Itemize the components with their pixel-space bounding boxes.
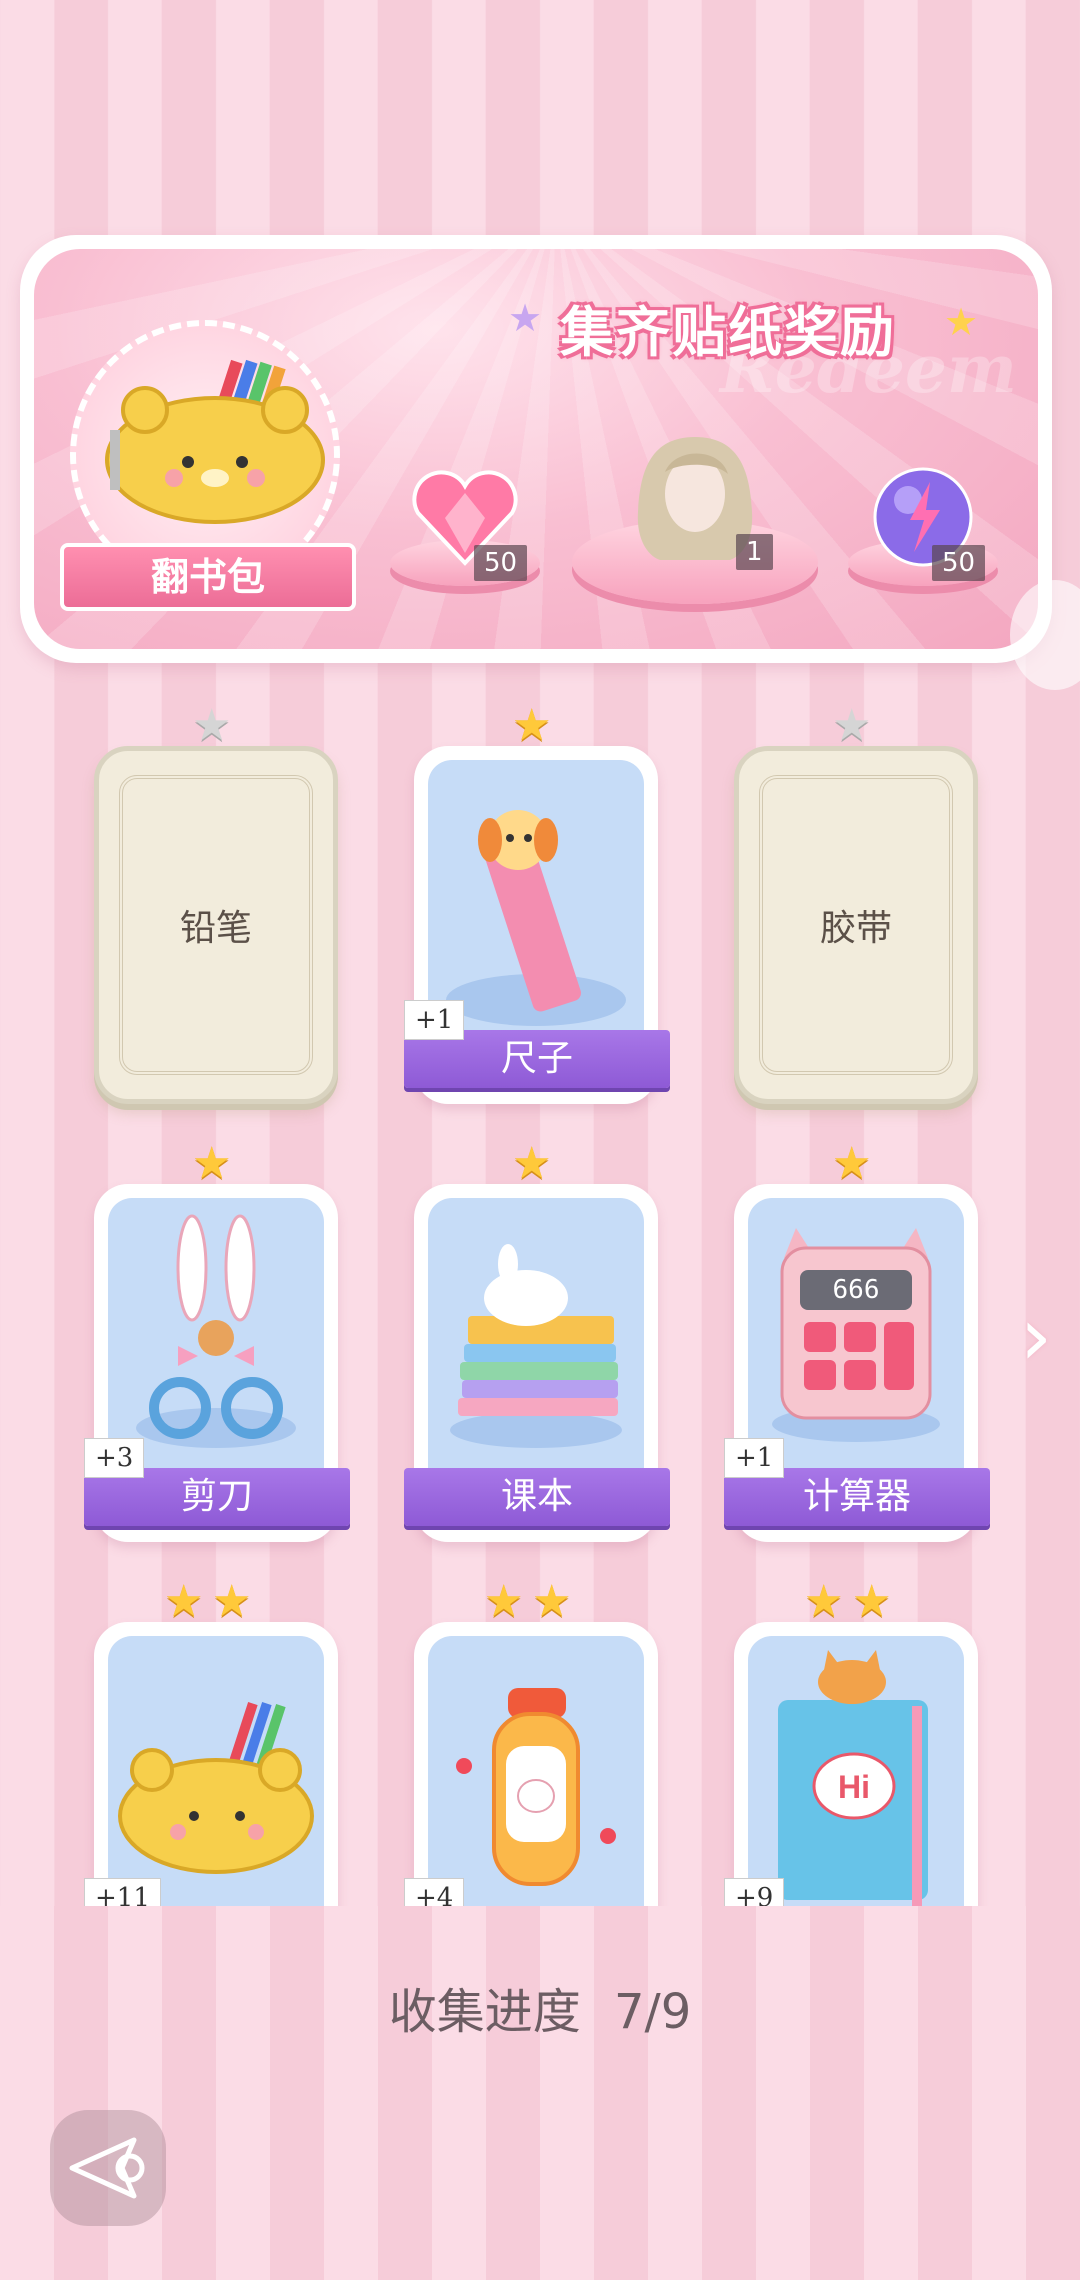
progress-value: 7/9: [614, 1984, 692, 2040]
next-page-arrow-icon[interactable]: ›: [1020, 1290, 1052, 1383]
star-icon: ★: [512, 700, 552, 751]
star-icon: ★: [164, 1576, 204, 1627]
star-icon: ★: [832, 700, 872, 751]
star-icon: ★: [192, 1138, 232, 1189]
calculator-display: 666: [833, 1275, 880, 1305]
sticker-name: 铅笔: [179, 908, 252, 949]
reward-count-badge: 50: [474, 545, 528, 581]
bonus-count-tag: +1: [724, 1438, 785, 1478]
sticker-card-locked[interactable]: 胶带: [734, 746, 978, 1104]
progress-label: 收集进度: [388, 1984, 581, 2040]
star-icon: ★: [532, 1576, 572, 1627]
star-icon: ★: [804, 1576, 844, 1627]
flip-bag-button[interactable]: 翻书包: [60, 543, 356, 611]
back-button[interactable]: [50, 2110, 166, 2226]
star-icon: ★: [192, 700, 232, 751]
star-icon: ★: [852, 1576, 892, 1627]
notebook-hi-text: Hi: [838, 1769, 870, 1805]
bear-pencil-case-icon: [105, 359, 325, 524]
star-icon: ★: [212, 1576, 252, 1627]
bonus-count-tag: +3: [84, 1438, 145, 1478]
back-arrow-icon: [69, 2137, 145, 2199]
reward-count-badge: 50: [932, 545, 986, 581]
reward-count-badge: 1: [736, 534, 773, 570]
sticker-card-locked[interactable]: 铅笔: [94, 746, 338, 1104]
star-icon: ★: [512, 1138, 552, 1189]
star-icon: ★: [832, 1138, 872, 1189]
yellow-star-icon: ★: [944, 300, 979, 344]
star-icon: ★: [484, 1576, 524, 1627]
banner-title: 集齐贴纸奖励: [560, 301, 896, 364]
sticker-name: 胶带: [819, 908, 892, 949]
collection-progress: 收集进度 7/9: [0, 1972, 1080, 2042]
purple-star-icon: ★: [508, 296, 543, 340]
sticker-name-ribbon: 课本: [404, 1468, 670, 1526]
bonus-count-tag: +1: [404, 1000, 465, 1040]
